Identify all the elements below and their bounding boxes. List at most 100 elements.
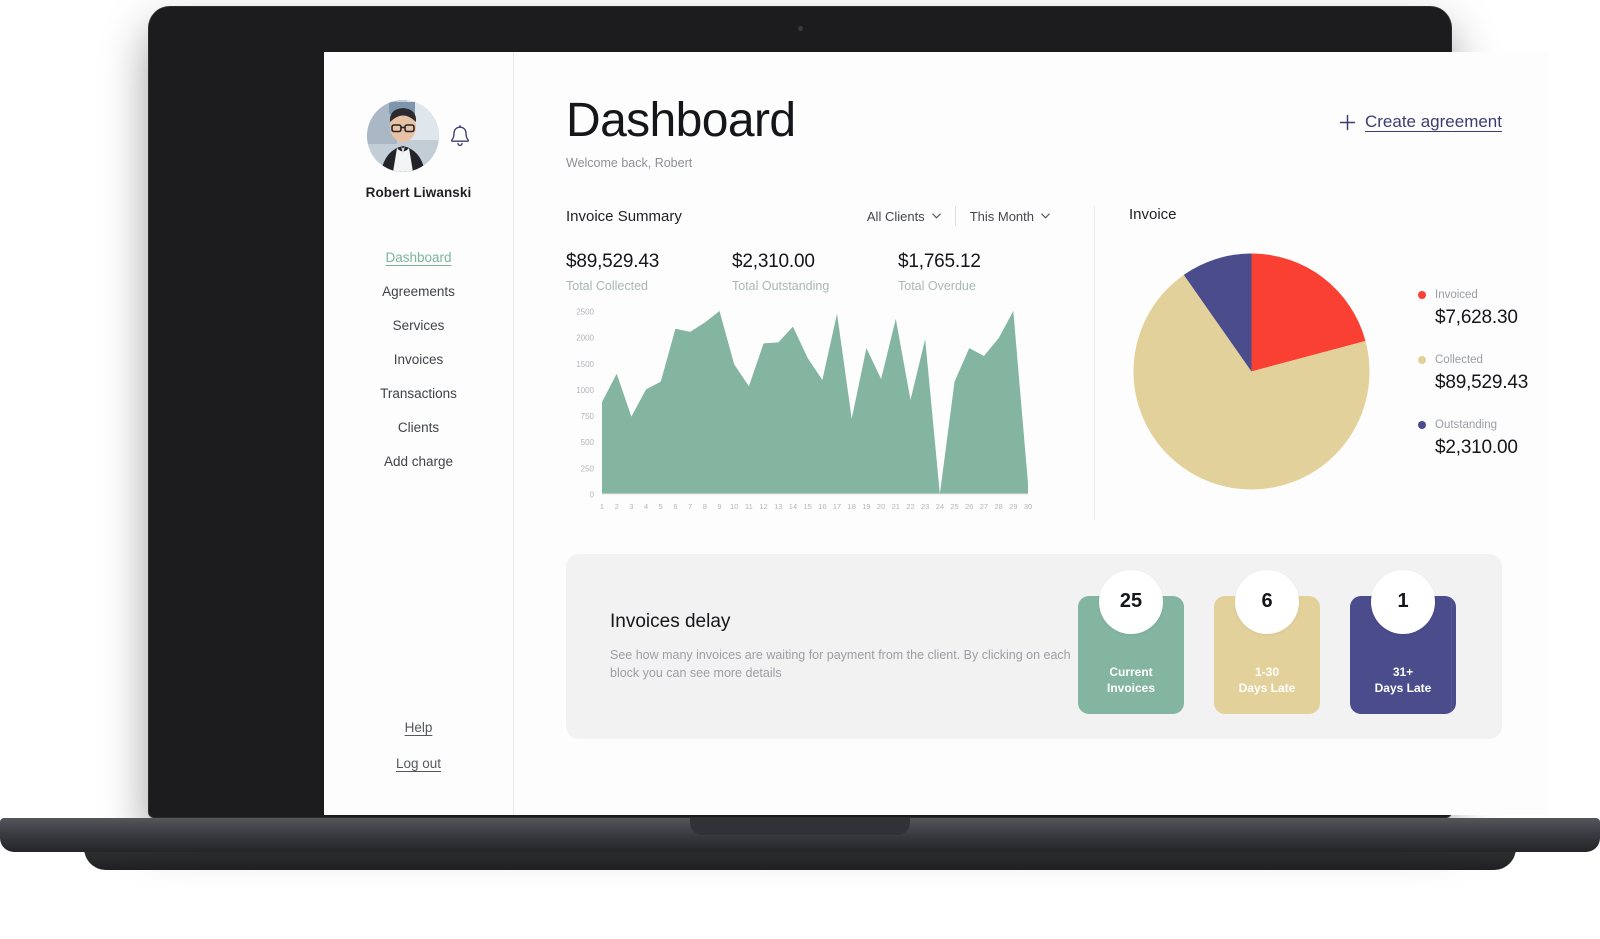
chevron-down-icon [931,213,941,219]
delay-card-31-plus-days-late[interactable]: 1 31+ Days Late [1350,569,1456,714]
area-chart: 0 250 500 750 1000 1500 2000 2500 1 2 3 4 5 6 7 8 9 10 11 1… [566,305,1064,520]
chevron-down-icon [1041,213,1050,219]
y-axis-tick-label: 1000 [576,386,594,395]
x-axis-tick-label: 15 [803,502,811,511]
sidebar-item-agreements[interactable]: Agreements [378,274,459,308]
x-axis-tick-label: 12 [759,502,767,511]
x-axis-tick-label: 6 [673,502,677,511]
laptop-lid: Robert Liwanski Dashboard Agreements Ser… [148,6,1548,818]
legend-value: $89,529.43 [1435,372,1529,394]
period-filter-dropdown[interactable]: This Month [956,209,1064,224]
area-chart-svg: 025050075010001500200025001 2 3 4 5 6 7 8 9 10 11 1… [576,308,1032,512]
pie-chart [1129,249,1374,499]
x-axis-tick-label: 11 [745,502,753,511]
x-axis-tick-label: 30 [1024,502,1032,511]
x-axis-tick-label: 28 [994,502,1002,511]
x-axis-tick-label: 2 [615,502,619,511]
x-axis-tick-label: 16 [818,502,826,511]
x-axis-tick-label: 23 [921,502,929,511]
x-axis-tick-label: 21 [892,502,900,511]
sidebar-item-dashboard[interactable]: Dashboard [381,240,455,274]
sidebar: Robert Liwanski Dashboard Agreements Ser… [324,52,514,815]
x-axis-tick-label: 27 [980,502,988,511]
avatar-photo [366,100,439,172]
sidebar-nav: Dashboard Agreements Services Invoices T… [324,240,513,478]
x-axis-tick-label: 18 [848,502,856,511]
x-axis-tick-label: 26 [965,502,973,511]
sidebar-item-invoices[interactable]: Invoices [390,342,448,376]
invoice-summary-header: Invoice Summary All Clients This Month [566,206,1064,227]
invoice-pie-panel: Invoice Invoiced $7,628.30 Collected $89… [1095,206,1528,520]
area-series-invoiced [602,311,1028,495]
x-axis-tick-label: 7 [688,502,692,511]
sidebar-item-transactions[interactable]: Transactions [376,376,461,410]
invoice-summary-panel: Invoice Summary All Clients This Month $… [566,206,1095,521]
invoice-summary-filters: All Clients This Month [853,206,1064,227]
legend-name: Outstanding [1435,419,1498,432]
x-axis-tick-label: 19 [862,502,870,511]
legend-top: Invoiced [1418,289,1528,301]
create-agreement-label: Create agreement [1364,112,1502,131]
delay-card-1-30-days-late[interactable]: 6 1-30 Days Late [1214,569,1320,714]
sidebar-footer: Help Log out [396,720,441,815]
laptop-screen: Robert Liwanski Dashboard Agreements Ser… [324,52,1548,815]
summary-stats: $89,529.43 Total Collected $2,310.00 Tot… [566,251,1064,293]
y-axis-tick-label: 2500 [576,308,594,317]
help-link[interactable]: Help [405,720,433,735]
legend-item-collected: Collected $89,529.43 [1418,354,1528,394]
x-axis-tick-label: 1 [600,502,604,511]
delay-card-label: Current Invoices [1106,664,1156,695]
plus-icon [1339,114,1356,130]
y-axis-tick-label: 2000 [576,334,594,343]
invoice-panel-title: Invoice [1129,206,1177,224]
sidebar-item-clients[interactable]: Clients [394,410,443,444]
x-axis-tick-label: 22 [906,502,914,511]
stat-total-outstanding: $2,310.00 Total Outstanding [732,251,898,293]
legend-color-dot [1418,421,1426,430]
stat-label: Total Outstanding [732,279,830,294]
sidebar-item-services[interactable]: Services [389,308,449,342]
stat-value: $2,310.00 [732,251,815,273]
period-filter-label: This Month [969,208,1034,224]
legend-color-dot [1418,356,1426,365]
delay-card-current-invoices[interactable]: 25 Current Invoices [1078,569,1184,714]
sidebar-item-add-charge[interactable]: Add charge [380,444,457,478]
x-axis-tick-label: 13 [774,502,782,511]
create-agreement-button[interactable]: Create agreement [1339,112,1502,132]
x-axis-tick-label: 17 [833,502,841,511]
delay-cards: 25 Current Invoices 6 1-30 Days Late 1 3… [1078,569,1456,714]
avatar[interactable] [366,100,439,172]
x-axis-tick-label: 14 [789,502,797,511]
client-filter-dropdown[interactable]: All Clients [853,209,955,224]
delay-count: 6 [1235,569,1299,634]
legend-top: Collected [1418,354,1528,366]
pie-area: Invoiced $7,628.30 Collected $89,529.43 … [1129,249,1528,499]
stat-value: $1,765.12 [898,251,981,273]
client-filter-label: All Clients [866,208,925,224]
x-axis-tick-label: 3 [629,502,633,511]
legend-value: $7,628.30 [1435,307,1518,329]
page-heading-group: Dashboard Welcome back, Robert [566,94,796,171]
page-title: Dashboard [566,94,796,147]
y-axis-tick-label: 750 [581,412,595,421]
legend-name: Invoiced [1435,289,1478,302]
profile-row [366,100,471,172]
delay-card-label: 31+ Days Late [1374,664,1432,695]
user-name: Robert Liwanski [365,185,472,200]
logout-link[interactable]: Log out [396,756,441,771]
bell-icon[interactable] [449,124,471,148]
delay-card-label: 1-30 Days Late [1238,664,1296,695]
x-axis-tick-label: 8 [703,502,707,511]
pie-legend: Invoiced $7,628.30 Collected $89,529.43 … [1418,289,1528,459]
x-axis-tick-label: 29 [1009,502,1017,511]
stat-total-collected: $89,529.43 Total Collected [566,251,732,293]
x-axis-tick-label: 25 [950,502,958,511]
stat-value: $89,529.43 [566,251,660,273]
delay-count: 1 [1371,569,1435,634]
delay-count: 25 [1099,569,1163,634]
y-axis-tick-label: 250 [581,465,595,474]
x-axis-tick-label: 9 [717,502,721,511]
x-axis-tick-label: 20 [877,502,885,511]
legend-name: Collected [1435,354,1483,367]
welcome-message: Welcome back, Robert [566,156,693,171]
